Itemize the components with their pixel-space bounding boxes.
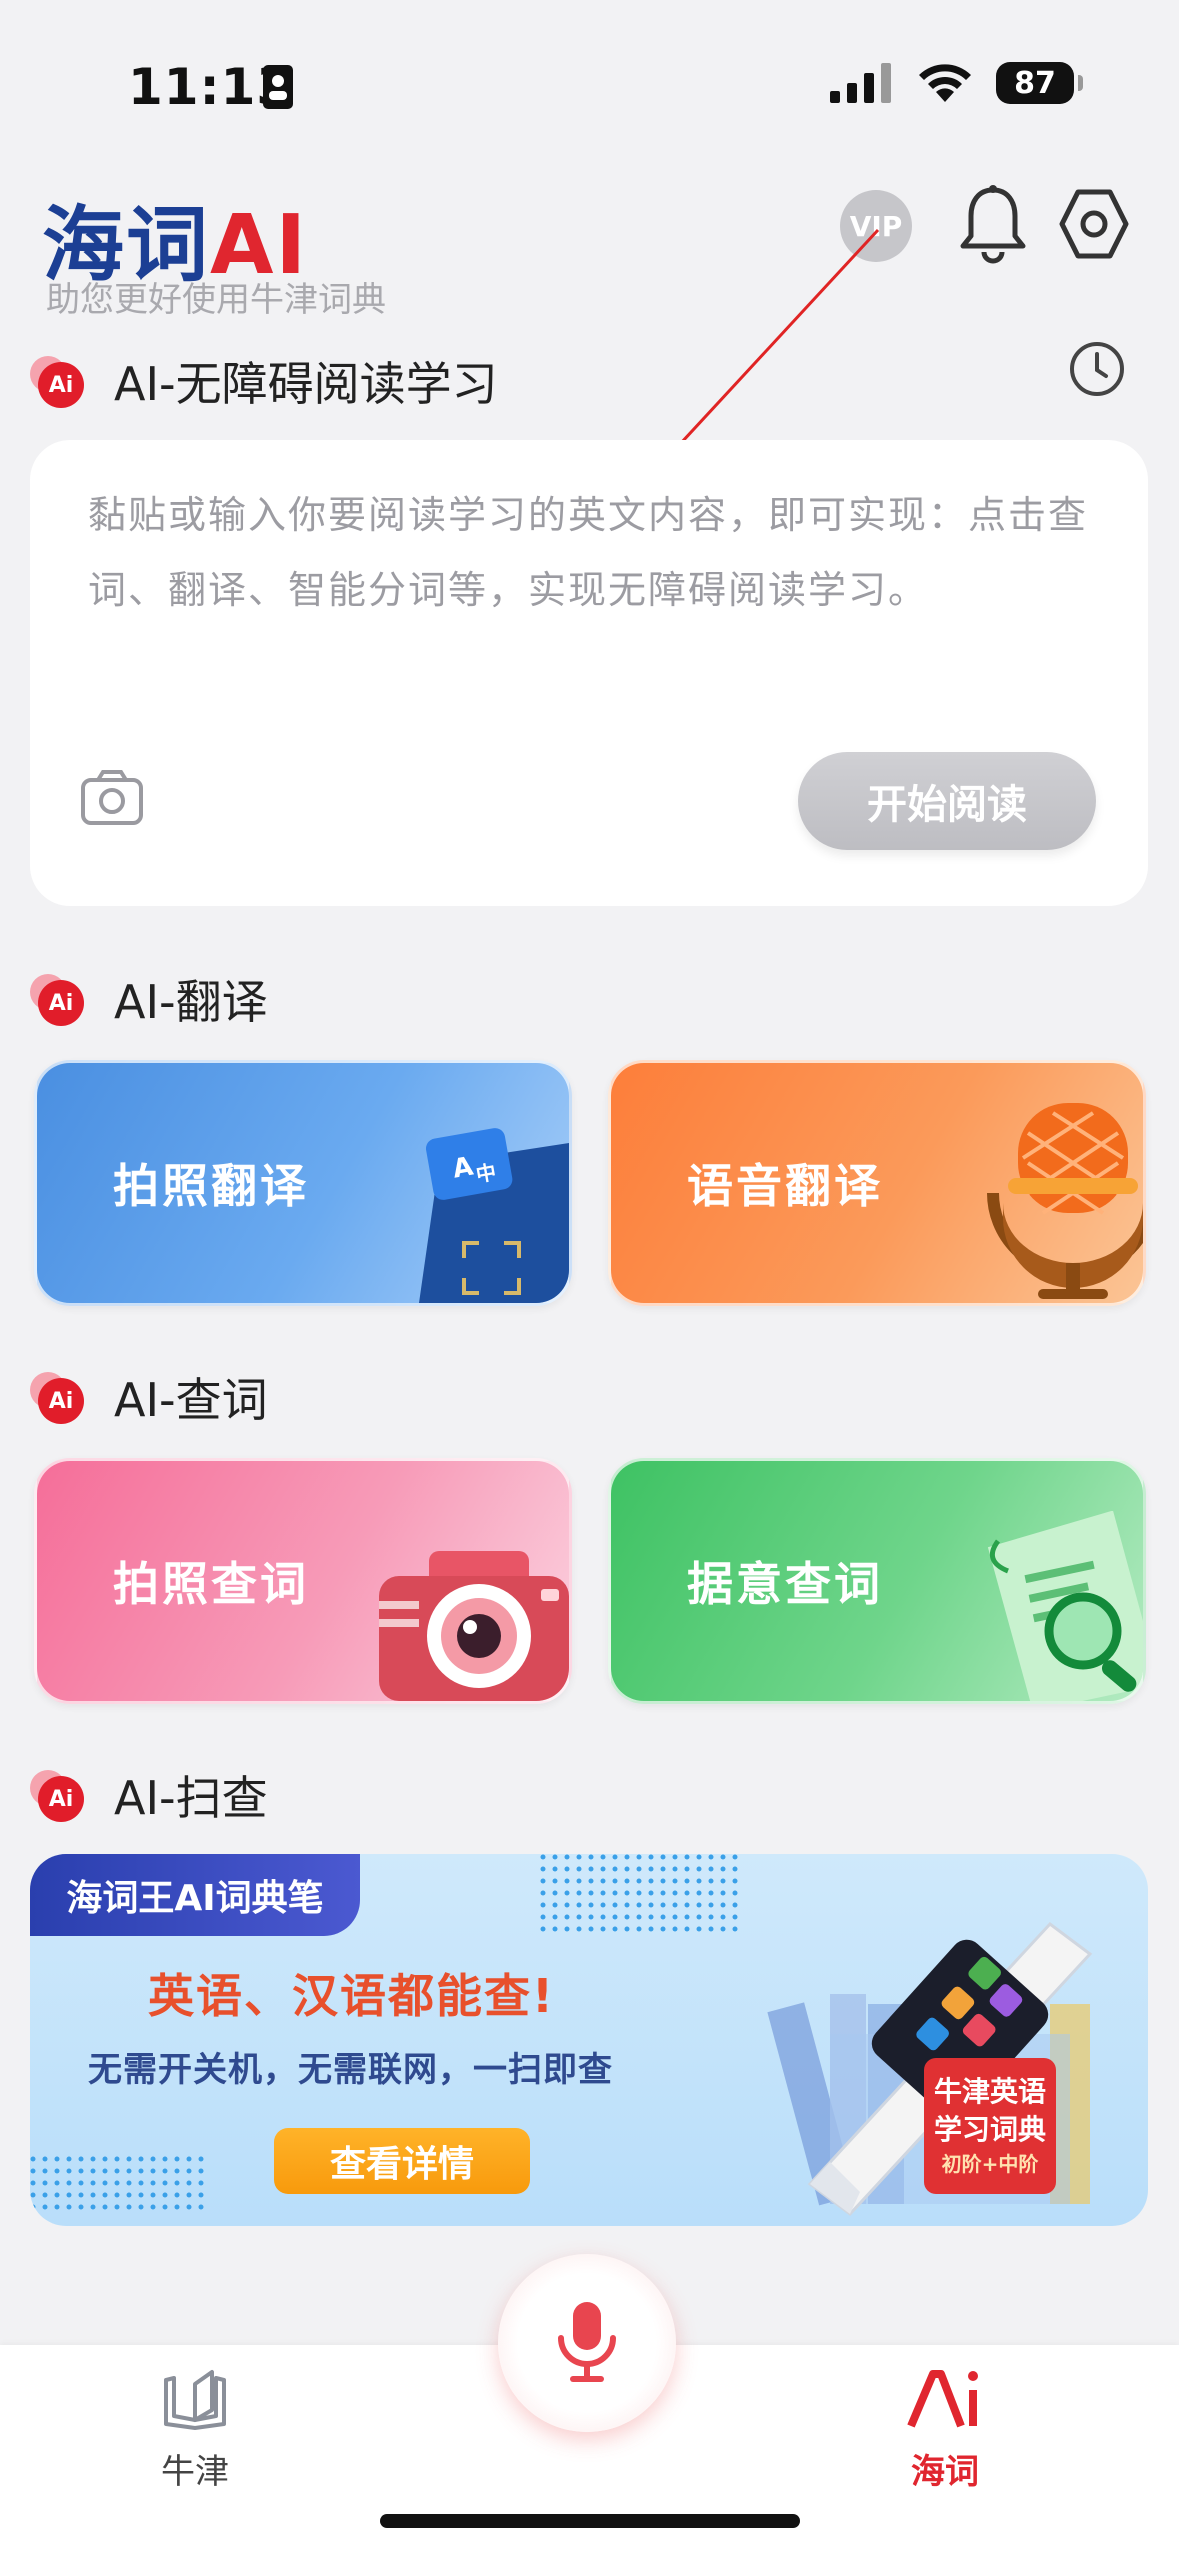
dot-pattern [540,1854,740,1934]
section-scan-title: Ai AI-扫查 [30,1762,268,1828]
card-label: 语音翻译 [687,1159,883,1213]
photo-lookup-card[interactable]: 拍照查词 [34,1458,572,1704]
history-clock-icon[interactable] [1068,340,1126,402]
tab-haici[interactable]: 海词 [880,2368,1010,2493]
reading-input-placeholder[interactable]: 黏贴或输入你要阅读学习的英文内容，即可实现：点击查词、翻译、智能分词等，实现无障… [88,478,1098,628]
settings-gear-icon[interactable] [1058,188,1130,264]
oxford-book-badge: 牛津英语 学习词典 初阶+中阶 [924,2058,1056,2194]
section-reading-title: Ai AI-无障碍阅读学习 [30,348,498,414]
wifi-icon [919,64,971,102]
dot-pattern [30,2156,210,2216]
tab-label: 牛津 [161,2452,229,2492]
battery-indicator: 87 [996,62,1083,104]
card-label: 据意查词 [687,1557,883,1611]
banner-headline: 英语、汉语都能查! [148,1969,555,2023]
start-reading-button[interactable]: 开始阅读 [798,752,1096,850]
section-lookup-title: Ai AI-查词 [30,1364,268,1430]
microphone-icon [558,2302,616,2382]
voice-translate-card[interactable]: 语音翻译 [608,1060,1146,1306]
ai-badge-icon: Ai [30,1372,84,1424]
magnifier-doc-icon [987,1511,1143,1701]
camera-input-icon[interactable] [80,768,144,830]
banner-subline: 无需开关机，无需联网，一扫即查 [88,2050,613,2090]
card-label: 拍照翻译 [113,1159,309,1213]
section-translate-title: Ai AI-翻译 [30,966,268,1032]
ai-badge-icon: Ai [30,356,84,408]
photo-translate-card[interactable]: 拍照翻译 A 中 [34,1060,572,1306]
book-icon [164,2370,226,2430]
ai-logo-icon [907,2370,978,2428]
voice-input-button[interactable] [498,2254,676,2432]
cellular-signal-icon [830,63,891,103]
card-label: 拍照查词 [113,1557,309,1611]
banner-tag: 海词王AI词典笔 [30,1854,360,1936]
tab-label: 海词 [911,2452,979,2492]
contact-card-icon [262,64,294,114]
status-icons: 87 [830,62,1083,104]
home-indicator [380,2514,800,2528]
notification-bell-icon[interactable] [958,184,1028,268]
microphone-icon [987,1103,1143,1299]
camera-icon [379,1551,569,1701]
svg-text:中: 中 [474,1160,498,1187]
ai-badge-icon: Ai [30,974,84,1026]
camera-translate-icon: A 中 [419,1128,569,1303]
ai-badge-icon: Ai [30,1770,84,1822]
meaning-lookup-card[interactable]: 据意查词 [608,1458,1146,1704]
tab-niujin[interactable]: 牛津 [130,2368,260,2493]
view-details-button[interactable]: 查看详情 [274,2128,530,2194]
app-subtitle: 助您更好使用牛津词典 [46,280,386,320]
